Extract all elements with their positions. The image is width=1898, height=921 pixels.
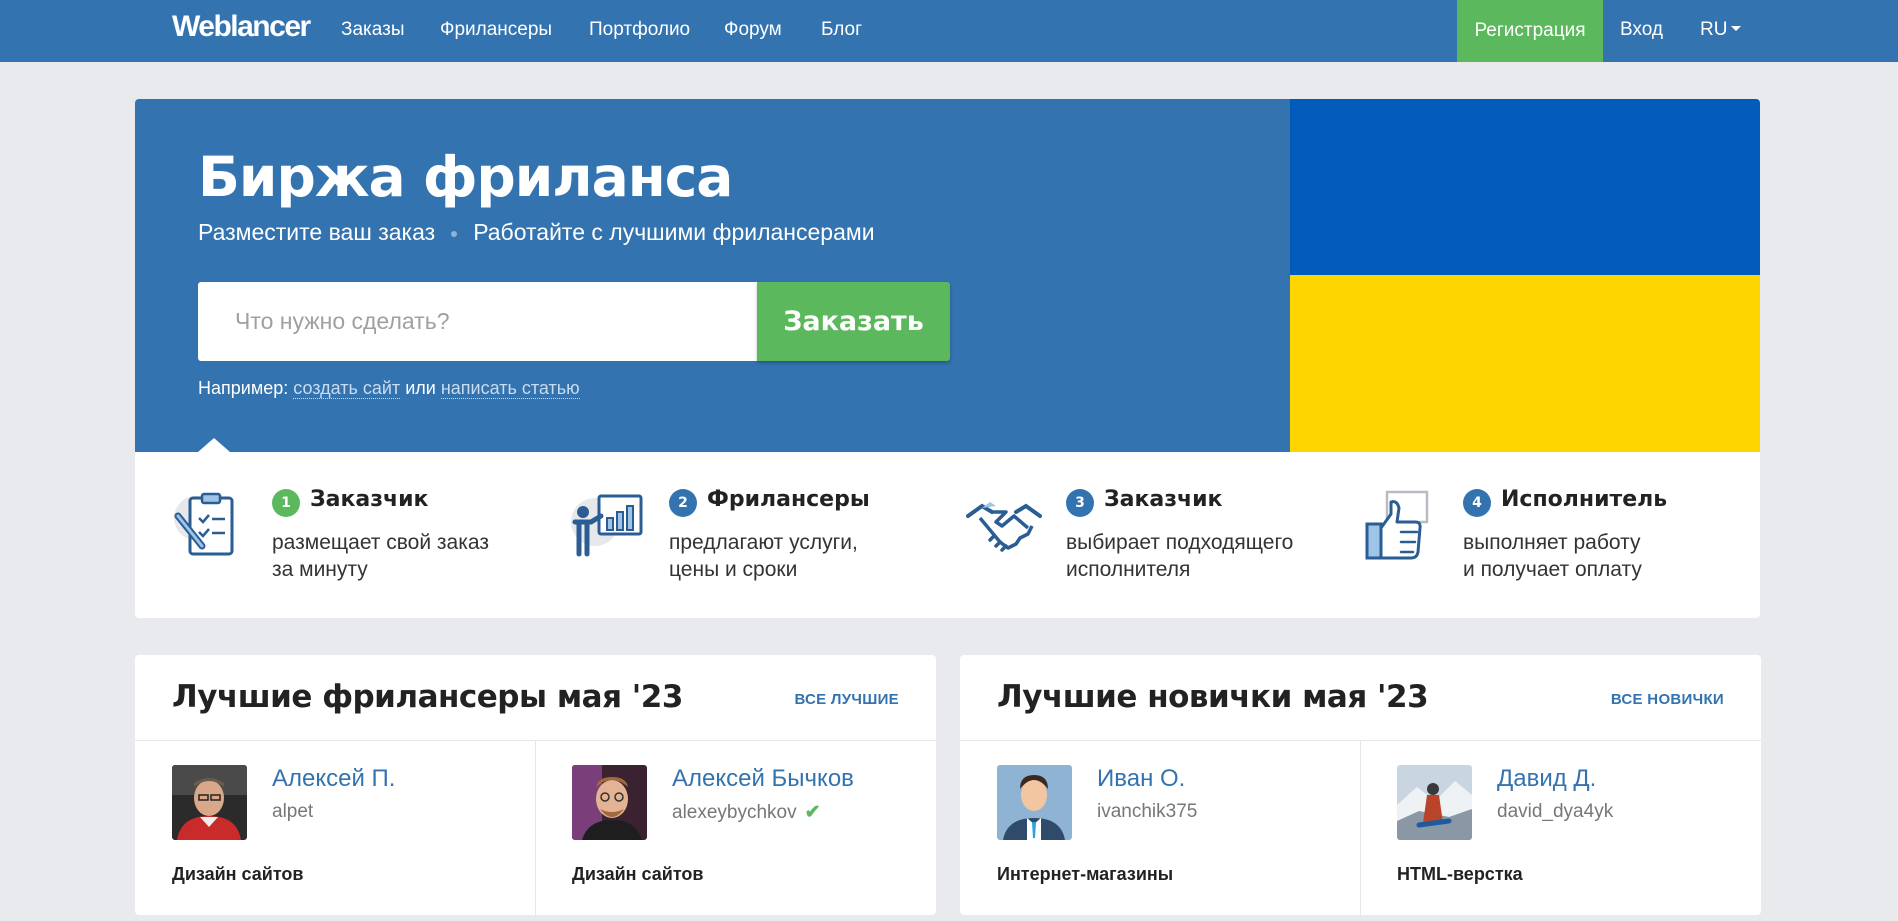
hero-subtitle-left: Разместите ваш заказ [198,219,436,245]
nav-blog[interactable]: Блог [821,19,862,41]
step-text-line: исполнителя [1066,558,1191,581]
logo[interactable]: Weblancer [172,10,311,44]
divider [1360,741,1361,921]
step-text-2: предлагают услуги, цены и сроки [669,529,858,583]
avatar[interactable] [997,765,1072,840]
nav-forum[interactable]: Форум [724,19,782,41]
avatar[interactable] [172,765,247,840]
step-number-2: 2 [669,489,697,517]
step-text-line: выбирает подходящего [1066,531,1294,554]
freelancer-login: david_dya4yk [1497,801,1614,822]
step-3: 3 Заказчик выбирает подходящего исполнит… [966,487,1356,588]
order-search-box [198,282,757,361]
freelancer-login: alpet [272,801,314,822]
order-button[interactable]: Заказать [757,282,950,361]
step-text-line: предлагают услуги, [669,531,858,554]
example-link-article[interactable]: написать статью [440,378,580,399]
hero-subtitle-right: Работайте с лучшими фрилансерами [473,219,875,245]
register-button[interactable]: Регистрация [1457,0,1603,62]
thumbs-up-icon [1365,490,1429,560]
nav-freelancers[interactable]: Фрилансеры [440,19,552,41]
language-label: RU [1700,19,1728,40]
freelancer-login: ivanchik375 [1097,801,1198,822]
step-text-line: за минуту [272,558,368,581]
step-text-line: выполняет работу [1463,531,1641,554]
avatar[interactable] [572,765,647,840]
language-selector[interactable]: RU [1700,19,1742,41]
step-text-1: размещает свой заказ за минуту [272,529,489,583]
step-text-4: выполняет работу и получает оплату [1463,529,1642,583]
chevron-down-icon [1731,25,1742,31]
verified-check-icon: ✔ [804,802,821,823]
step-number-4: 4 [1463,489,1491,517]
freelancer-category: Интернет-магазины [997,864,1174,884]
avatar[interactable] [1397,765,1472,840]
best-newbies-card: Лучшие новички мая '23 ВСЕ НОВИЧКИ Иван … [960,655,1761,921]
freelancer-name[interactable]: Иван О. [1097,765,1185,793]
hero-background: Биржа фриланса Разместите ваш заказ Работ… [135,99,1290,452]
step-title-3: Заказчик [1104,487,1223,512]
step-text-line: цены и сроки [669,558,798,581]
freelancer-name[interactable]: Давид Д. [1497,765,1596,793]
how-it-works-panel: 1 Заказчик размещает свой заказ за минут… [135,438,1760,618]
best-freelancers-card: Лучшие фрилансеры мая '23 ВСЕ ЛУЧШИЕ Але… [135,655,936,921]
step-number-3: 3 [1066,489,1094,517]
all-newbies-link[interactable]: ВСЕ НОВИЧКИ [1611,691,1724,708]
example-or: или [405,378,436,398]
freelancer-login: alexeybychkov [672,802,797,823]
order-search-input[interactable] [235,308,720,335]
handshake-icon [966,502,1042,552]
clipboard-icon [174,492,234,556]
top-navbar: Weblancer Заказы Фрилансеры Портфолио Фо… [0,0,1898,62]
step-title-4: Исполнитель [1501,487,1668,512]
ukraine-flag-yellow [1290,275,1760,452]
hero-title: Биржа фриланса [198,145,733,209]
step-4: 4 Исполнитель выполняет работу и получае… [1363,487,1753,588]
all-best-link[interactable]: ВСЕ ЛУЧШИЕ [794,691,899,708]
separator-dot [451,230,458,237]
step-number-1: 1 [272,489,300,517]
freelancer-category: Дизайн сайтов [172,864,304,884]
freelancer-category: Дизайн сайтов [572,864,704,884]
step-1: 1 Заказчик размещает свой заказ за минут… [172,487,562,588]
example-link-site[interactable]: создать сайт [293,378,401,399]
panel-notch [198,438,230,452]
freelancer-category: HTML-верстка [1397,864,1523,884]
step-text-3: выбирает подходящего исполнителя [1066,529,1293,583]
nav-portfolio[interactable]: Портфолио [589,19,690,41]
step-title-1: Заказчик [310,487,429,512]
ukraine-flag-blue [1290,99,1760,275]
hero-subtitle: Разместите ваш заказ Работайте с лучшими … [198,219,875,246]
hero-banner: Биржа фриланса Разместите ваш заказ Работ… [135,99,1760,452]
card-title: Лучшие новички мая '23 [997,679,1429,715]
freelancer-login-row: alexeybychkov ✔ [672,801,821,824]
presentation-icon [571,494,643,557]
login-link[interactable]: Вход [1620,19,1663,41]
card-title: Лучшие фрилансеры мая '23 [172,679,683,715]
divider [535,741,536,921]
freelancer-name[interactable]: Алексей Бычков [672,765,854,793]
example-hint: Например: создать сайт или написать стат… [198,378,580,399]
step-title-2: Фрилансеры [707,487,870,512]
step-2: 2 Фрилансеры предлагают услуги, цены и с… [569,487,959,588]
example-prefix: Например: [198,378,289,398]
nav-orders[interactable]: Заказы [341,19,405,41]
step-text-line: и получает оплату [1463,558,1642,581]
freelancer-name[interactable]: Алексей П. [272,765,395,793]
step-text-line: размещает свой заказ [272,531,489,554]
